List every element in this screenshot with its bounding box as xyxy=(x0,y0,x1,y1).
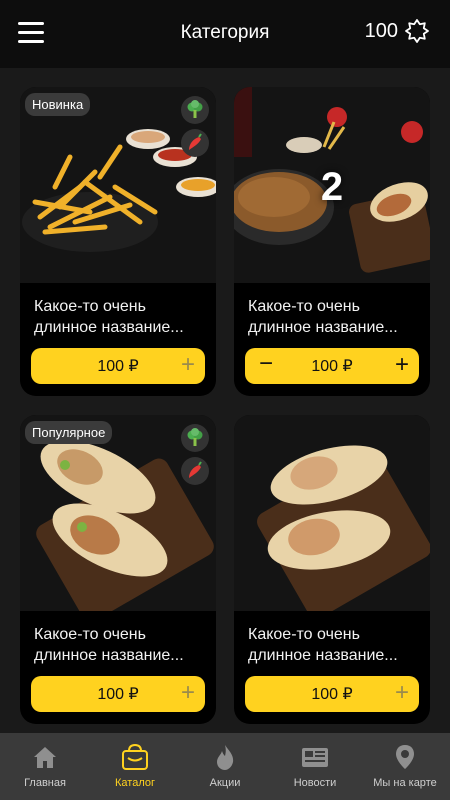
product-name: Какое-то очень длинное название... xyxy=(248,298,398,336)
tab-news[interactable]: Новости xyxy=(270,733,360,800)
bonus-points[interactable]: 100 xyxy=(365,18,430,44)
chili-pepper-icon xyxy=(181,457,209,485)
tab-home[interactable]: Главная xyxy=(0,733,90,800)
chili-pepper-icon xyxy=(181,129,209,157)
tab-label: Главная xyxy=(24,777,66,789)
home-icon xyxy=(34,747,56,768)
popular-badge: Популярное xyxy=(25,421,113,444)
plus-icon[interactable]: + xyxy=(395,681,409,705)
bottom-tab-bar: Главная Каталог Акции Новости Мы на карт… xyxy=(0,733,450,800)
price-label: 100 ₽ xyxy=(97,686,139,703)
product-card[interactable]: Новинка Какое-то очень длинное название.… xyxy=(20,87,216,396)
broccoli-icon xyxy=(181,424,209,452)
new-badge: Новинка xyxy=(25,93,91,116)
price-label: 100 ₽ xyxy=(311,358,353,375)
flame-icon xyxy=(217,745,234,770)
top-app-bar: Категория 100 xyxy=(0,0,450,68)
product-name: Какое-то очень длинное название... xyxy=(34,298,184,336)
tab-label: Каталог xyxy=(115,777,155,789)
map-pin-icon xyxy=(396,745,414,769)
newspaper-icon xyxy=(302,748,328,767)
tab-label: Новости xyxy=(293,777,337,789)
plus-icon[interactable]: + xyxy=(181,353,195,377)
plus-icon[interactable]: + xyxy=(181,681,195,705)
product-card[interactable]: Популярное Какое-то очень длинное назван… xyxy=(20,415,216,724)
minus-button[interactable]: − xyxy=(259,352,273,376)
cart-quantity: 2 xyxy=(320,165,344,209)
tab-label: Акции xyxy=(209,777,241,789)
price-label: 100 ₽ xyxy=(311,686,353,703)
product-image-shawarma xyxy=(234,415,430,611)
quantity-stepper: − 100 ₽ + xyxy=(245,348,419,384)
tab-promotions[interactable]: Акции xyxy=(180,733,270,800)
tab-label: Мы на карте xyxy=(373,777,437,789)
star-badge-icon xyxy=(405,19,429,43)
product-card[interactable]: 2 Какое-то очень длинное название... − 1… xyxy=(234,87,430,396)
points-value: 100 xyxy=(364,19,398,42)
product-grid: Новинка Какое-то очень длинное название.… xyxy=(20,87,431,732)
price-add-button[interactable]: 100 ₽ + xyxy=(31,676,205,712)
product-name: Какое-то очень длинное название... xyxy=(248,626,398,664)
shopping-bag-icon xyxy=(122,743,148,770)
tab-catalog[interactable]: Каталог xyxy=(90,733,180,800)
price-add-button[interactable]: 100 ₽ + xyxy=(245,676,419,712)
price-label: 100 ₽ xyxy=(97,358,139,375)
tab-map[interactable]: Мы на карте xyxy=(360,733,450,800)
broccoli-icon xyxy=(181,96,209,124)
product-name: Какое-то очень длинное название... xyxy=(34,626,184,664)
price-add-button[interactable]: 100 ₽ + xyxy=(31,348,205,384)
plus-button[interactable]: + xyxy=(395,353,409,377)
product-card[interactable]: Какое-то очень длинное название... 100 ₽… xyxy=(234,415,430,724)
